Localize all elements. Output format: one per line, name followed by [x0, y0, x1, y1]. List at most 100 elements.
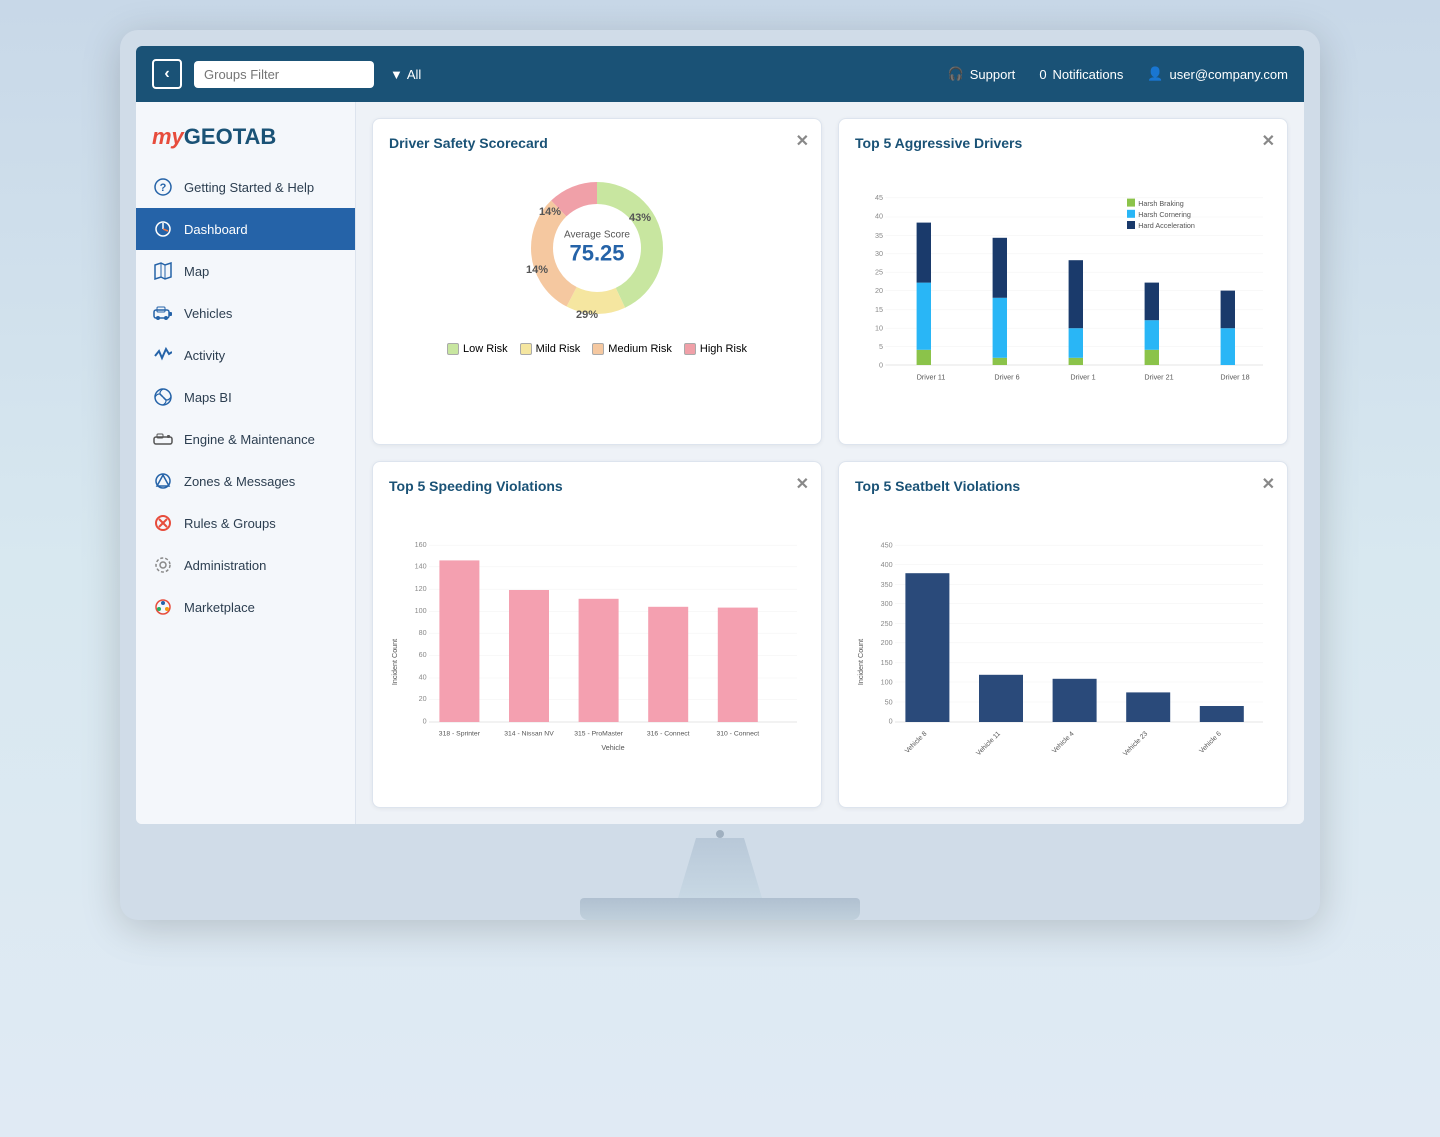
svg-text:25: 25	[875, 268, 883, 277]
seatbelt-card: Top 5 Seatbelt Violations ✕ Incident Cou…	[838, 461, 1288, 808]
scorecard-close-button[interactable]: ✕	[796, 131, 809, 151]
scorecard-title: Driver Safety Scorecard	[389, 135, 805, 151]
svg-text:14%: 14%	[526, 264, 548, 276]
user-action[interactable]: 👤 user@company.com	[1147, 66, 1288, 82]
svg-text:80: 80	[419, 628, 427, 637]
groups-filter-input[interactable]	[194, 61, 374, 88]
all-dropdown[interactable]: ▼ All	[390, 67, 421, 82]
svg-text:100: 100	[881, 677, 893, 686]
help-icon: ?	[152, 176, 174, 198]
svg-text:300: 300	[881, 599, 893, 608]
svg-text:314 - Nissan NV: 314 - Nissan NV	[504, 731, 554, 738]
svg-text:Driver 1: Driver 1	[1070, 372, 1095, 381]
aggressive-title: Top 5 Aggressive Drivers	[855, 135, 1271, 151]
bar-316	[648, 607, 688, 722]
legend-low-risk: Low Risk	[447, 343, 508, 355]
admin-icon	[152, 554, 174, 576]
user-email: user@company.com	[1170, 67, 1288, 82]
sidebar-label-map: Map	[184, 264, 209, 279]
svg-text:400: 400	[881, 560, 893, 569]
sidebar-item-zones[interactable]: Zones & Messages	[136, 460, 355, 502]
svg-text:0: 0	[879, 360, 883, 369]
svg-text:350: 350	[881, 580, 893, 589]
svg-text:0: 0	[423, 717, 427, 726]
sidebar-item-rules[interactable]: Rules & Groups	[136, 502, 355, 544]
monitor-stand	[136, 824, 1304, 920]
low-risk-label: Low Risk	[463, 343, 508, 355]
support-action[interactable]: 🎧 Support	[948, 66, 1016, 82]
svg-text:310 - Connect: 310 - Connect	[716, 731, 759, 738]
speeding-card: Top 5 Speeding Violations ✕ Incident Cou…	[372, 461, 822, 808]
svg-text:40: 40	[419, 673, 427, 682]
logo-my: my	[152, 124, 184, 149]
svg-text:20: 20	[875, 286, 883, 295]
svg-text:Driver 11: Driver 11	[917, 372, 946, 381]
sidebar-item-engine[interactable]: Engine & Maintenance	[136, 418, 355, 460]
svg-text:120: 120	[415, 584, 427, 593]
svg-text:43%: 43%	[629, 212, 651, 224]
dashboard-icon	[152, 218, 174, 240]
sidebar-label-activity: Activity	[184, 348, 225, 363]
dropdown-arrow-icon: ▼	[390, 67, 403, 82]
bar-v4	[1053, 679, 1097, 722]
sidebar-item-activity[interactable]: Activity	[136, 334, 355, 376]
svg-text:250: 250	[881, 619, 893, 628]
svg-text:?: ?	[160, 182, 167, 194]
svg-text:Driver 18: Driver 18	[1220, 372, 1249, 381]
svg-text:Incident Count: Incident Count	[856, 639, 865, 685]
svg-text:10: 10	[875, 324, 883, 333]
sidebar-item-vehicles[interactable]: Vehicles	[136, 292, 355, 334]
donut-legend: Low Risk Mild Risk Medium Risk	[447, 343, 747, 355]
svg-text:20: 20	[419, 694, 427, 703]
rules-icon	[152, 512, 174, 534]
svg-text:35: 35	[875, 231, 883, 240]
sidebar: myGEOTAB ? Getting Started & Help Dashbo…	[136, 102, 356, 824]
sidebar-item-marketplace[interactable]: Marketplace	[136, 586, 355, 628]
svg-text:160: 160	[415, 540, 427, 549]
sidebar-label-rules: Rules & Groups	[184, 516, 276, 531]
svg-text:40: 40	[875, 212, 883, 221]
svg-text:Harsh Cornering: Harsh Cornering	[1138, 210, 1191, 219]
sidebar-item-map[interactable]: Map	[136, 250, 355, 292]
svg-text:Vehicle 6: Vehicle 6	[1198, 730, 1223, 755]
speeding-title: Top 5 Speeding Violations	[389, 478, 805, 494]
svg-text:Hard Acceleration: Hard Acceleration	[1138, 221, 1195, 230]
sidebar-label-marketplace: Marketplace	[184, 600, 255, 615]
monitor-screen: ‹ ▼ All 🎧 Support 0 Notifications 👤 user…	[136, 46, 1304, 824]
all-label: All	[407, 67, 421, 82]
engine-icon	[152, 428, 174, 450]
speeding-close-button[interactable]: ✕	[796, 474, 809, 494]
svg-text:45: 45	[875, 193, 883, 202]
svg-text:315 - ProMaster: 315 - ProMaster	[574, 731, 623, 738]
driver11-bars: Driver 11	[917, 223, 946, 382]
sidebar-label-dashboard: Dashboard	[184, 222, 248, 237]
sidebar-label-engine: Engine & Maintenance	[184, 432, 315, 447]
bar-318	[439, 560, 479, 722]
svg-text:100: 100	[415, 606, 427, 615]
aggressive-chart: 0 5 10 15 20 25 30 35 40 45	[855, 163, 1271, 428]
notifications-action[interactable]: 0 Notifications	[1039, 67, 1123, 82]
sidebar-item-mapsbi[interactable]: Maps BI	[136, 376, 355, 418]
mapsbi-icon	[152, 386, 174, 408]
zones-icon	[152, 470, 174, 492]
bar-314	[509, 590, 549, 722]
svg-text:316 - Connect: 316 - Connect	[647, 731, 690, 738]
seatbelt-close-button[interactable]: ✕	[1262, 474, 1275, 494]
bar-v11	[979, 675, 1023, 722]
medium-risk-label: Medium Risk	[608, 343, 672, 355]
sidebar-item-getting-started[interactable]: ? Getting Started & Help	[136, 166, 355, 208]
marketplace-icon	[152, 596, 174, 618]
back-button[interactable]: ‹	[152, 59, 182, 89]
notifications-label: Notifications	[1053, 67, 1124, 82]
sidebar-item-admin[interactable]: Administration	[136, 544, 355, 586]
sidebar-item-dashboard[interactable]: Dashboard	[136, 208, 355, 250]
svg-text:Incident Count: Incident Count	[390, 639, 399, 685]
aggressive-close-button[interactable]: ✕	[1262, 131, 1275, 151]
svg-text:Vehicle 4: Vehicle 4	[1051, 730, 1076, 755]
notifications-count: 0	[1039, 67, 1046, 82]
bar-v8	[905, 573, 949, 722]
seatbelt-chart: Incident Count 0 50 100 150 200 250 300 …	[855, 506, 1271, 791]
driver18-bars: Driver 18	[1220, 291, 1249, 382]
seatbelt-title: Top 5 Seatbelt Violations	[855, 478, 1271, 494]
svg-text:140: 140	[415, 561, 427, 570]
